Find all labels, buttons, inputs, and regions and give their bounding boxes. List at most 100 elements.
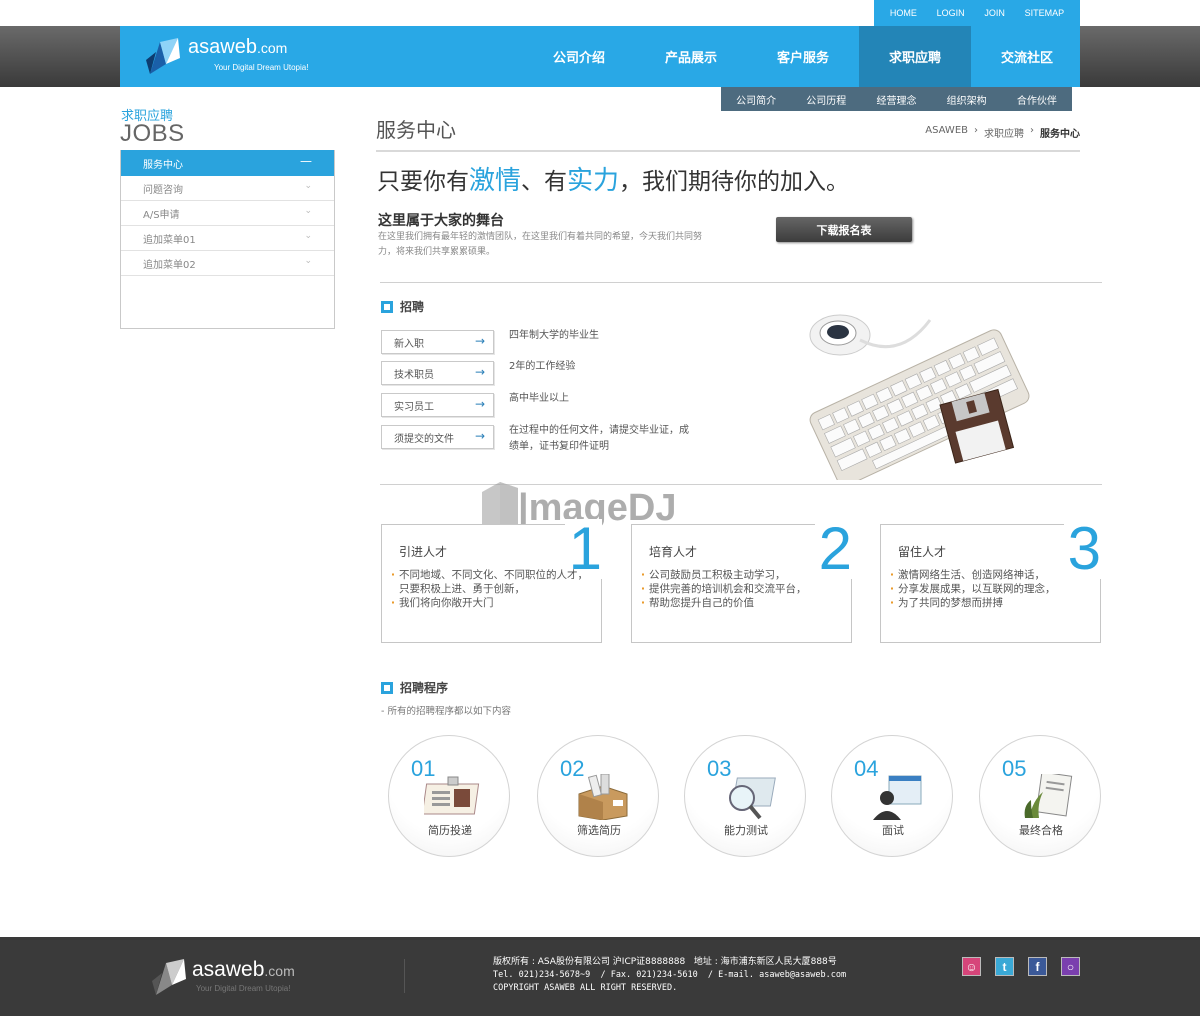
list-item: 我们将向你敞开大门 — [390, 596, 595, 610]
step-label: 简历投递 — [428, 824, 472, 837]
job-button-technical[interactable]: 技术职员 → — [381, 361, 494, 385]
recruit-row: 技术职员 → 2年的工作经验 — [381, 361, 711, 385]
card-list: 公司鼓励员工积极主动学习， 提供完善的培训机会和交流平台， 帮助您提升自己的价值 — [640, 568, 845, 610]
recruit-row: 实习员工 → 高中毕业以上 — [381, 393, 711, 417]
square-bullet-icon — [381, 681, 393, 694]
sidebar-title-en: JOBS — [120, 120, 185, 147]
process-step-final-pass[interactable]: 05 最终合格 — [979, 735, 1101, 857]
step-label: 面试 — [882, 824, 904, 837]
step-label: 筛选简历 — [577, 824, 621, 837]
chevron-right-icon: › — [974, 125, 978, 136]
chevron-down-icon: ⌄ — [304, 206, 312, 216]
sidebar-item-label: 追加菜单01 — [143, 234, 196, 246]
recruit-section-title: 招聘 — [381, 298, 424, 315]
footer-line-copyright: COPYRIGHT ASAWEB ALL RIGHT RESERVED. — [493, 983, 678, 993]
stage-description: 在这里我们拥有最年轻的激情团队，在这里我们有着共同的希望，今天我们共同努力，将来… — [378, 232, 703, 257]
download-application-button[interactable]: 下载报名表 — [776, 217, 912, 242]
arrow-right-icon: → — [474, 365, 485, 379]
list-item: 为了共同的梦想而拼搏 — [889, 596, 1094, 610]
social-twitter-icon[interactable]: t — [995, 957, 1014, 976]
page-title: 服务中心 — [376, 118, 456, 142]
sidebar-item-service-center[interactable]: 服务中心 — — [121, 150, 334, 176]
main-nav: 公司介绍 产品展示 客户服务 求职应聘 交流社区 — [523, 26, 1083, 87]
minus-icon: — — [300, 154, 312, 168]
box-icon — [578, 774, 628, 820]
certificate-icon — [1024, 774, 1073, 818]
social-chat-icon[interactable]: ○ — [1061, 957, 1080, 976]
breadcrumb-home[interactable]: ASAWEB — [925, 125, 968, 140]
headline: 只要你有激情、有实力，我们期待你的加入。 — [377, 166, 850, 196]
sidebar-item-as-request[interactable]: A/S申请 ⌄ — [121, 201, 334, 226]
step-label: 能力测试 — [724, 824, 768, 837]
utility-home-link[interactable]: HOME — [890, 8, 917, 18]
logo[interactable]: asaweb.com Your Digital Dream Utopia! — [144, 34, 324, 79]
keyboard-illustration — [809, 314, 1030, 480]
sidebar-menu: 服务中心 — 问题咨询 ⌄ A/S申请 ⌄ 追加菜单01 ⌄ 追加菜单02 ⌄ — [120, 150, 335, 329]
sidebar-item-inquiry[interactable]: 问题咨询 ⌄ — [121, 176, 334, 201]
footer: asaweb.com Your Digital Dream Utopia! 版权… — [0, 937, 1200, 1016]
sidebar-item-label: 问题咨询 — [143, 184, 183, 196]
footer-logo-tagline: Your Digital Dream Utopia! — [196, 984, 291, 993]
id-card-icon — [424, 776, 480, 815]
footer-line-contact: Tel. 021)234-5678~9 / Fax. 021)234-5610 … — [493, 970, 847, 980]
process-step-ability-test[interactable]: 03 能力测试 — [684, 735, 806, 857]
arrow-right-icon: → — [474, 429, 485, 443]
process-step-screening[interactable]: 02 筛选简历 — [537, 735, 659, 857]
nav-item-about[interactable]: 公司介绍 — [523, 26, 635, 87]
process-step-resume[interactable]: 01 简历投递 — [388, 735, 510, 857]
sidebar-item-extra-01[interactable]: 追加菜单01 ⌄ — [121, 226, 334, 251]
card-list: 激情网络生活、创造网络神话， 分享发展成果，以互联网的理念， 为了共同的梦想而拼… — [889, 568, 1094, 610]
divider — [404, 959, 405, 993]
nav-item-community[interactable]: 交流社区 — [971, 26, 1083, 87]
chevron-right-icon: › — [1030, 125, 1034, 136]
subnav-item-intro[interactable]: 公司简介 — [736, 92, 776, 107]
job-button-documents[interactable]: 须提交的文件 → — [381, 425, 494, 449]
sidebar-item-extra-02[interactable]: 追加菜单02 ⌄ — [121, 251, 334, 276]
job-button-new-grad[interactable]: 新入职 → — [381, 330, 494, 354]
utility-nav: HOME LOGIN JOIN SITEMAP — [874, 0, 1080, 26]
utility-sitemap-link[interactable]: SITEMAP — [1025, 8, 1065, 18]
subnav-item-history[interactable]: 公司历程 — [806, 92, 846, 107]
divider — [376, 150, 1080, 152]
sub-nav: 公司简介 公司历程 经营理念 组织架构 合作伙伴 — [721, 87, 1072, 111]
utility-login-link[interactable]: LOGIN — [937, 8, 965, 18]
list-item: 分享发展成果，以互联网的理念， — [889, 582, 1094, 596]
sidebar-item-label: 服务中心 — [143, 159, 183, 171]
process-step-interview[interactable]: 04 面试 — [831, 735, 953, 857]
utility-join-link[interactable]: JOIN — [984, 8, 1005, 18]
sidebar-item-label: A/S申请 — [143, 209, 180, 221]
breadcrumb-current: 服务中心 — [1040, 129, 1080, 140]
square-bullet-icon — [381, 300, 393, 313]
breadcrumb-section[interactable]: 求职应聘 — [984, 125, 1024, 140]
breadcrumb: ASAWEB › 求职应聘 › 服务中心 — [925, 125, 1080, 140]
nav-item-service[interactable]: 客户服务 — [747, 26, 859, 87]
person-window-icon — [873, 775, 922, 820]
sidebar-item-label: 追加菜单02 — [143, 259, 196, 271]
logo-tagline: Your Digital Dream Utopia! — [214, 63, 309, 72]
divider — [380, 282, 1102, 283]
nav-item-products[interactable]: 产品展示 — [635, 26, 747, 87]
logo-text: asaweb.com — [188, 36, 288, 58]
card-retain-talent: 3 留住人才 激情网络生活、创造网络神话， 分享发展成果，以互联网的理念， 为了… — [880, 519, 1101, 643]
arrow-right-icon: → — [474, 334, 485, 348]
footer-line-company: 版权所有 : ASA股份有限公司 沪ICP证8888888 地址 : 海市浦东新… — [493, 957, 837, 967]
social-weibo-icon[interactable]: ☺ — [962, 957, 981, 976]
step-label: 最终合格 — [1019, 824, 1063, 837]
chevron-down-icon: ⌄ — [304, 256, 312, 266]
card-title: 培育人才 — [649, 545, 698, 559]
card-attract-talent: 1 引进人才 不同地域、不同文化、不同职位的人才，只要积极上进、勇于创新， 我们… — [381, 519, 602, 643]
social-facebook-icon[interactable]: f — [1028, 957, 1047, 976]
subnav-item-organization[interactable]: 组织架构 — [947, 92, 987, 107]
job-button-intern[interactable]: 实习员工 → — [381, 393, 494, 417]
stage-title: 这里属于大家的舞台 — [378, 213, 504, 229]
subnav-item-philosophy[interactable]: 经营理念 — [876, 92, 916, 107]
footer-info: 版权所有 : ASA股份有限公司 沪ICP证8888888 地址 : 海市浦东新… — [493, 956, 846, 995]
list-item: 提供完善的培训机会和交流平台， — [640, 582, 845, 596]
list-item: 公司鼓励员工积极主动学习， — [640, 568, 845, 582]
recruit-row: 新入职 → 四年制大学的毕业生 — [381, 330, 711, 354]
subnav-item-partners[interactable]: 合作伙伴 — [1017, 92, 1057, 107]
recruit-row: 须提交的文件 → 在过程中的任何文件，请提交毕业证，成绩单，证书复印件证明 — [381, 425, 711, 452]
nav-item-jobs[interactable]: 求职应聘 — [859, 26, 971, 87]
footer-logo-text: asaweb.com — [192, 958, 295, 981]
card-title: 留住人才 — [898, 545, 947, 559]
